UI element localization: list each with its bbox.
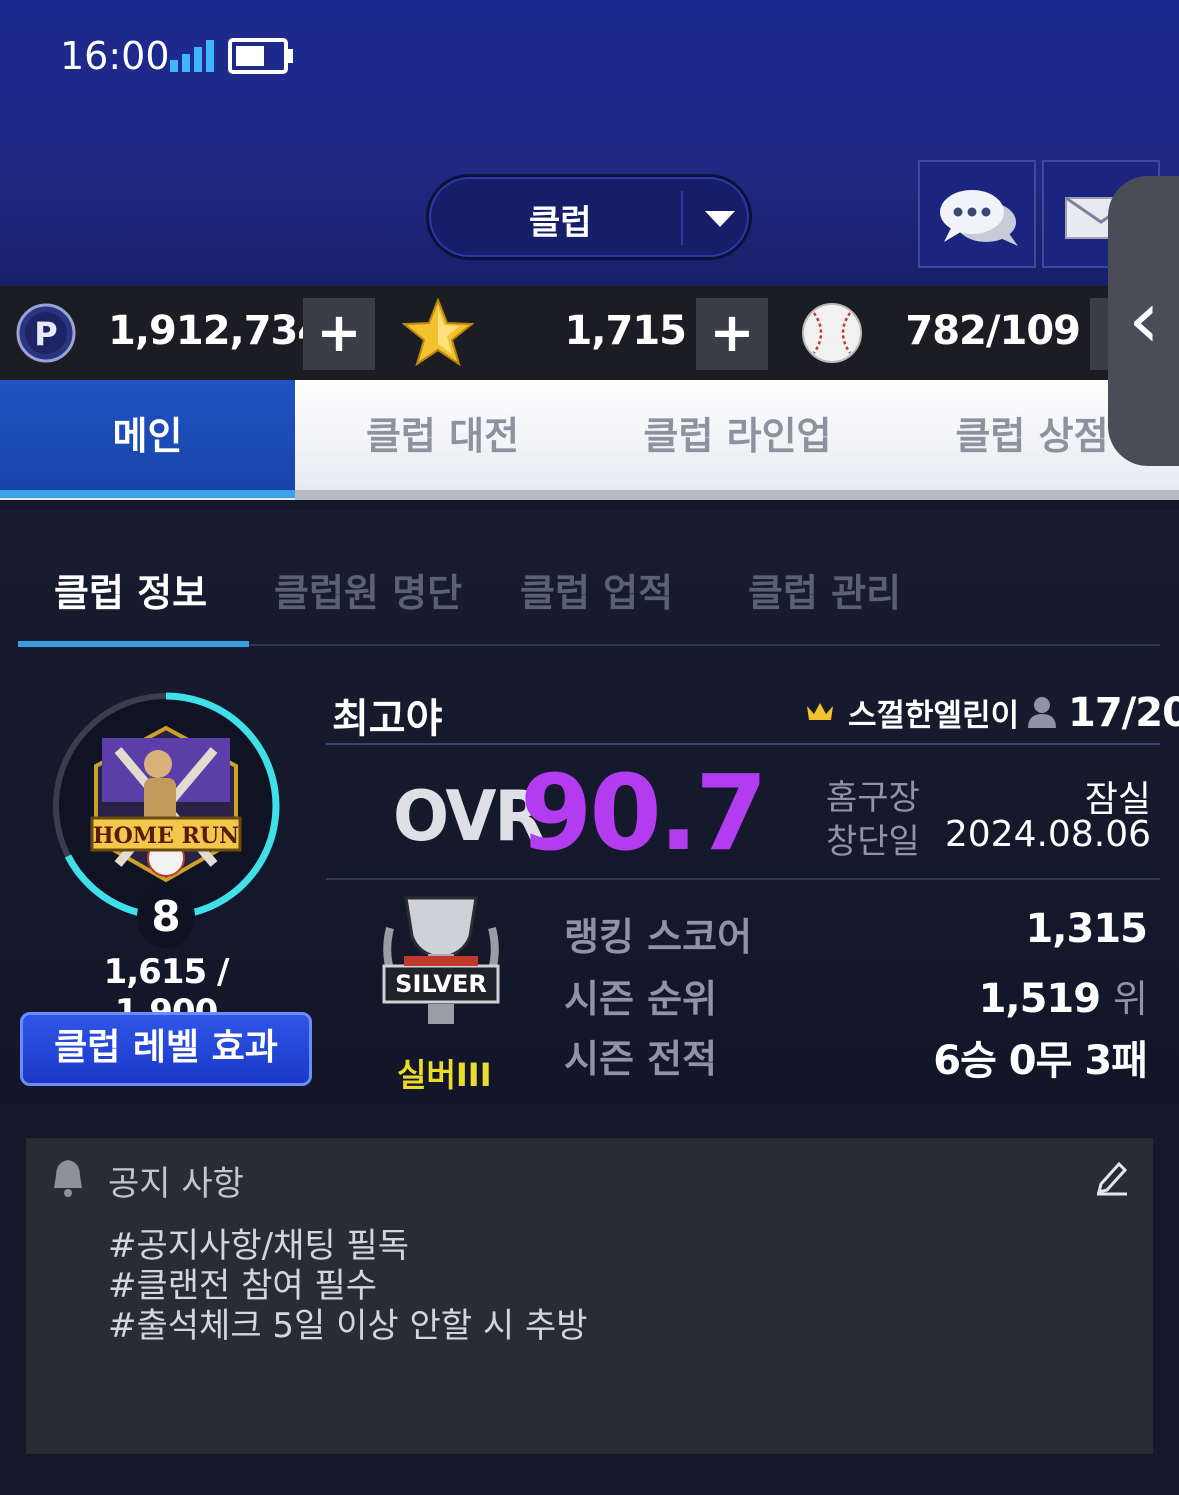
svg-text:P: P: [34, 315, 57, 353]
active-tab-indicator: [0, 490, 295, 498]
ovr-value: 90.7: [520, 752, 768, 874]
chat-icon: [940, 190, 1018, 246]
member-icon: [1028, 697, 1056, 728]
dropdown-separator: [681, 191, 683, 245]
subtab-club-management[interactable]: 클럽 관리: [748, 562, 901, 617]
season-rank: 1,519 위: [978, 968, 1148, 1023]
tab-club-battle[interactable]: 클럽 대전: [295, 380, 590, 490]
notice-line: #출석체크 5일 이상 안할 시 추방: [108, 1306, 588, 1346]
notice-title: 공지 사항: [108, 1164, 244, 1204]
subtab-club-info[interactable]: 클럽 정보: [54, 562, 207, 617]
crown-icon: [807, 703, 833, 720]
add-points-button[interactable]: +: [303, 298, 375, 370]
season-record-label: 시즌 전적: [564, 1037, 718, 1081]
founded-label: 창단일: [826, 822, 920, 862]
tab-bar-divider: [295, 490, 1179, 500]
side-panel-handle[interactable]: ‹: [1108, 176, 1179, 466]
edit-icon[interactable]: [1095, 1160, 1129, 1196]
svg-text:SILVER: SILVER: [395, 970, 487, 998]
bell-icon: [54, 1160, 82, 1197]
club-name: 최고야: [332, 696, 443, 742]
battery-icon: [228, 38, 293, 74]
ranking-score-label: 랭킹 스코어: [564, 915, 753, 959]
chevron-down-icon: [705, 211, 735, 227]
club-leader: 스껄한엘린이: [848, 698, 1020, 734]
svg-text:HOME RUN: HOME RUN: [93, 823, 239, 849]
season-rank-unit: 위: [1113, 977, 1148, 1021]
member-count: 17/20: [1068, 690, 1179, 736]
status-time: 16:00: [60, 34, 170, 78]
balls-value: 782/109: [905, 308, 1081, 354]
header: 16:00 클럽: [0, 0, 1179, 286]
subtab-member-list[interactable]: 클럽원 명단: [274, 562, 462, 617]
chat-button[interactable]: [918, 160, 1036, 268]
founded-value: 2024.08.06: [944, 814, 1151, 855]
notice-board: 공지 사항 #공지사항/채팅 필독 #클랜전 참여 필수 #출석체크 5일 이상…: [26, 1138, 1153, 1454]
points-value: 1,912,734: [108, 308, 325, 354]
season-record-value: 6승 0무 3패: [933, 1038, 1148, 1084]
tab-main[interactable]: 메인: [0, 380, 295, 490]
dropdown-label: 클럽: [529, 203, 592, 243]
active-subtab-indicator: [18, 641, 249, 647]
club-level: 8: [137, 886, 195, 948]
silver-league-emblem: SILVER: [382, 896, 500, 1024]
divider: [326, 743, 1160, 745]
star-icon: [402, 298, 474, 366]
main-tab-bar: 메인 클럽 대전 클럽 라인업 클럽 상점: [0, 380, 1179, 500]
tab-club-lineup[interactable]: 클럽 라인업: [590, 380, 885, 490]
season-rank-label: 시즌 순위: [564, 977, 718, 1021]
subtab-club-achievements[interactable]: 클럽 업적: [520, 562, 673, 617]
chevron-left-icon: ‹: [1128, 273, 1160, 366]
menu-dropdown[interactable]: 클럽: [426, 174, 752, 260]
p-point-icon: P: [16, 303, 76, 363]
divider: [326, 878, 1160, 880]
signal-icon: [170, 40, 214, 72]
resource-bar: P 1,912,734 + 1,715 + 782/109: [0, 286, 1179, 380]
club-level-effect-button[interactable]: 클럽 레벨 효과: [20, 1012, 312, 1086]
league-name: 실버III: [397, 1056, 492, 1094]
ranking-score-value: 1,315: [1025, 906, 1148, 952]
app-screen: 16:00 클럽 P 1,912,734 + 1,715 + 782/109 메…: [0, 0, 1179, 1495]
add-stars-button[interactable]: +: [696, 298, 768, 370]
season-rank-value: 1,519: [978, 976, 1102, 1022]
baseball-icon: [802, 303, 862, 363]
stars-value: 1,715: [564, 308, 687, 354]
home-stadium-label: 홈구장: [826, 778, 920, 818]
